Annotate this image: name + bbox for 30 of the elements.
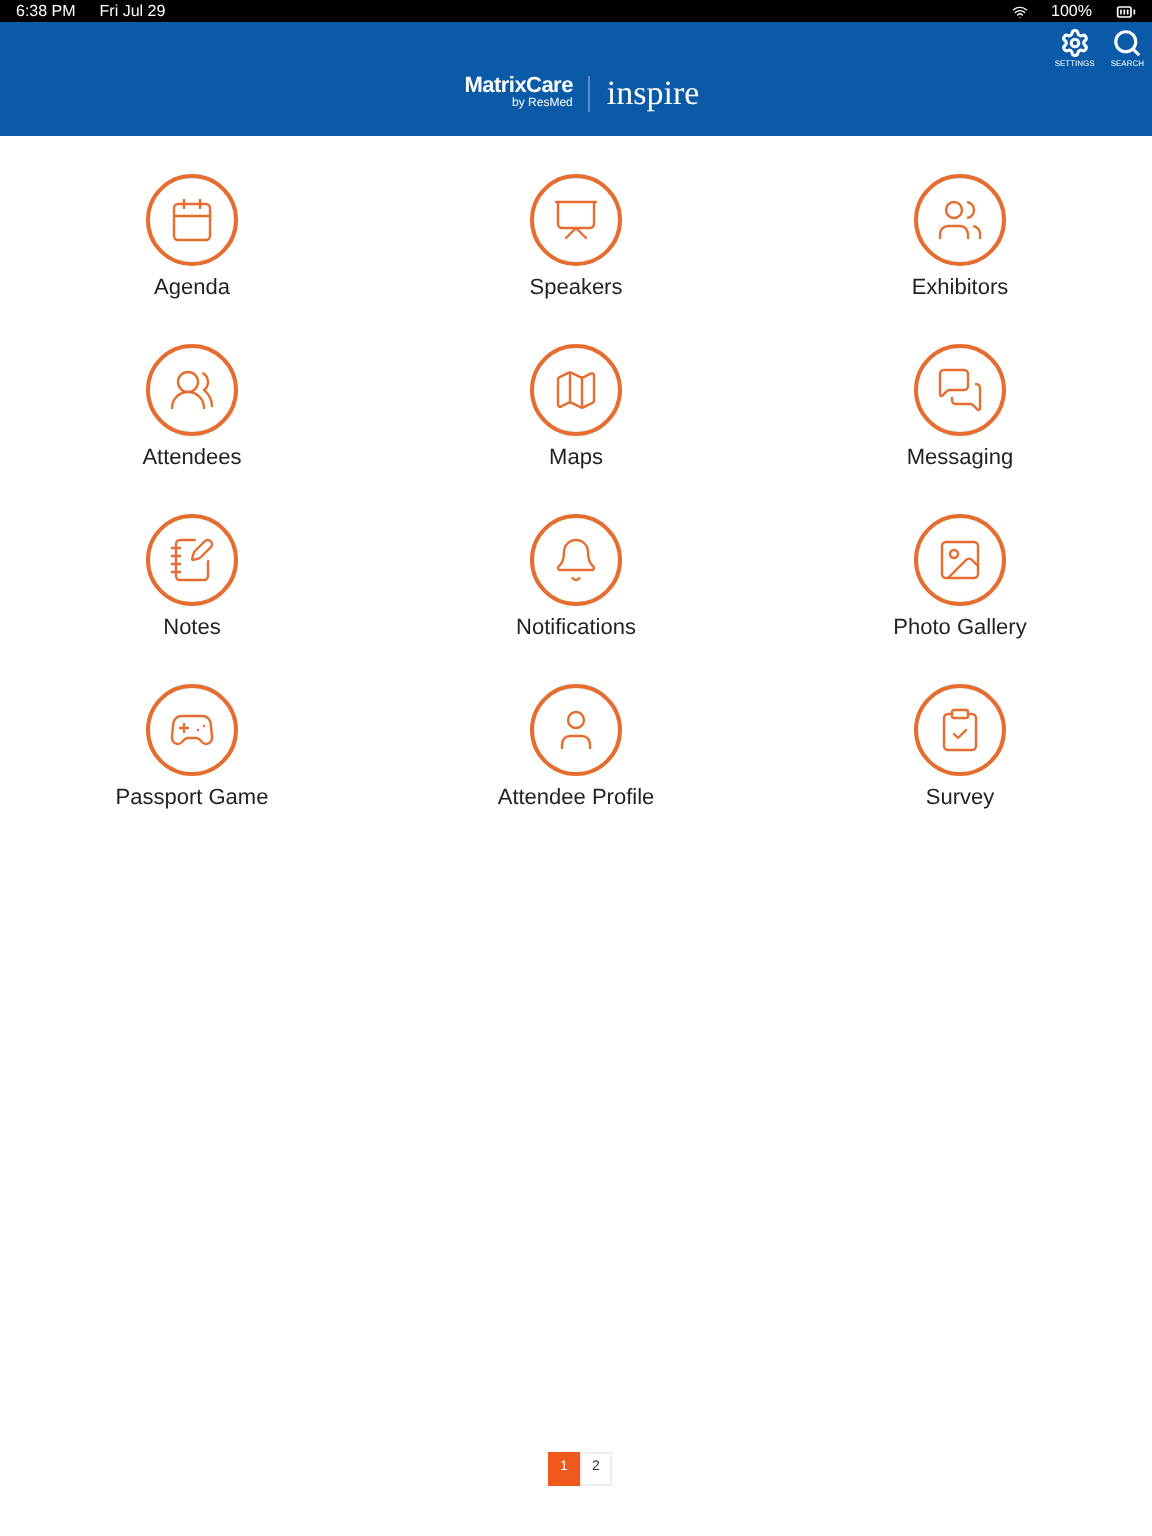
menu-tile[interactable]: Speakers: [384, 174, 768, 326]
brand-name: MatrixCare: [464, 74, 573, 98]
battery-percent: 100%: [1051, 0, 1092, 23]
map-icon: [552, 366, 600, 414]
people-icon: [168, 366, 216, 414]
menu-tile[interactable]: Agenda: [0, 174, 384, 326]
menu-tile[interactable]: Notes: [0, 514, 384, 666]
image-icon: [936, 536, 984, 584]
wifi-icon: [1011, 3, 1028, 19]
settings-icon: [1059, 28, 1090, 58]
menu-tile[interactable]: Attendees: [0, 344, 384, 496]
menu-tile[interactable]: Maps: [384, 344, 768, 496]
event-name: inspire: [606, 75, 700, 111]
calendar-icon: [168, 196, 216, 244]
search-icon: [1112, 28, 1143, 58]
bell-icon: [552, 536, 600, 584]
menu-tile[interactable]: Attendee Profile: [384, 684, 768, 836]
menu-tile[interactable]: Survey: [768, 684, 1152, 836]
menu-tile[interactable]: Notifications: [384, 514, 768, 666]
menu-tile[interactable]: Messaging: [768, 344, 1152, 496]
chat-bubbles-icon: [936, 366, 984, 414]
menu-tile[interactable]: Exhibitors: [768, 174, 1152, 326]
status-time: 6:38 PM: [16, 0, 76, 23]
menu-tile[interactable]: Passport Game: [0, 684, 384, 836]
status-date: Fri Jul 29: [99, 0, 166, 23]
notepad-icon: [168, 536, 216, 584]
battery-icon: [1116, 1, 1136, 21]
menu-tile[interactable]: Photo Gallery: [768, 514, 1152, 666]
people-icon: [936, 196, 984, 244]
presenter-icon: [552, 196, 600, 244]
